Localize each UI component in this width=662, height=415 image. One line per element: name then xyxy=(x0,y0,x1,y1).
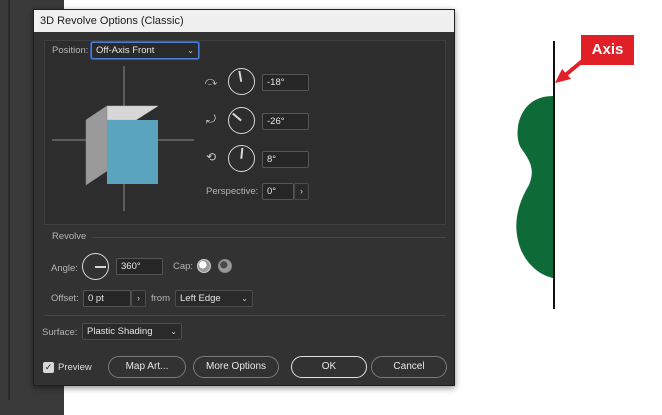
rotate-z-icon: ⟲ xyxy=(205,150,217,164)
surface-select[interactable]: Plastic Shading ⌄ xyxy=(82,323,182,340)
rotate-y-field[interactable]: -26° xyxy=(262,113,309,130)
axis-callout-label: Axis xyxy=(581,35,634,65)
cap-off-icon[interactable] xyxy=(218,259,232,273)
surface-divider xyxy=(44,315,446,316)
preview-label[interactable]: Preview xyxy=(58,362,92,373)
profile-path xyxy=(516,96,553,278)
surface-label: Surface: xyxy=(42,327,78,338)
dialog-title: 3D Revolve Options (Classic) xyxy=(34,10,454,32)
cube-front-face xyxy=(107,120,158,184)
cap-on-icon[interactable] xyxy=(197,259,211,273)
rotate-x-field[interactable]: -18° xyxy=(262,74,309,91)
position-select[interactable]: Off-Axis Front ⌄ xyxy=(91,42,199,59)
revolve-profile-shape xyxy=(516,96,553,278)
checkmark-icon: ✓ xyxy=(44,362,53,372)
chevron-down-icon: ⌄ xyxy=(187,46,194,55)
from-label: from xyxy=(151,293,170,304)
rotate-z-field[interactable]: 8° xyxy=(262,151,309,168)
chevron-right-icon: › xyxy=(300,186,303,196)
chevron-down-icon: ⌄ xyxy=(241,294,248,303)
angle-label: Angle: xyxy=(51,263,78,274)
chevron-right-icon: › xyxy=(137,293,140,303)
rotate-x-dial-needle xyxy=(238,70,242,82)
chevron-down-icon: ⌄ xyxy=(170,327,177,336)
position-label: Position: xyxy=(52,45,89,56)
revolve-options-dialog: 3D Revolve Options (Classic) Position: O… xyxy=(33,9,455,386)
rotate-y-dial-needle xyxy=(232,113,242,122)
offset-label: Offset: xyxy=(51,293,79,304)
map-art-button[interactable]: Map Art... xyxy=(108,356,186,378)
rotate-z-dial-needle xyxy=(240,147,243,159)
offset-slider-button[interactable]: › xyxy=(131,290,146,307)
revolve-angle-field[interactable]: 360° xyxy=(116,258,163,275)
ok-button[interactable]: OK xyxy=(291,356,367,378)
surface-select-value: Plastic Shading xyxy=(87,326,153,337)
perspective-slider-button[interactable]: › xyxy=(294,183,309,200)
rotate-x-dial[interactable] xyxy=(228,68,255,95)
cancel-button[interactable]: Cancel xyxy=(371,356,447,378)
cap-label: Cap: xyxy=(173,261,194,272)
cube-side-face xyxy=(85,105,108,186)
rotate-y-dial[interactable] xyxy=(228,107,255,134)
from-select[interactable]: Left Edge ⌄ xyxy=(175,290,253,307)
preview-checkbox[interactable]: ✓ xyxy=(43,362,54,373)
app-canvas-edge xyxy=(8,0,10,400)
revolve-angle-dial[interactable] xyxy=(82,253,109,280)
revolve-angle-dial-needle xyxy=(95,266,106,268)
screenshot-stage: 3D Revolve Options (Classic) Position: O… xyxy=(0,0,662,415)
perspective-label: Perspective: xyxy=(206,186,259,197)
rotate-y-icon: ⤾ xyxy=(206,112,216,126)
track-cube[interactable] xyxy=(52,66,197,214)
revolve-divider xyxy=(92,237,446,238)
position-select-value: Off-Axis Front xyxy=(96,45,155,56)
rotate-x-icon: ⤼ xyxy=(204,74,218,88)
revolve-section-label: Revolve xyxy=(52,231,87,242)
more-options-button[interactable]: More Options xyxy=(193,356,279,378)
from-select-value: Left Edge xyxy=(180,293,221,304)
offset-field[interactable]: 0 pt xyxy=(83,290,131,307)
perspective-field[interactable]: 0° xyxy=(262,183,294,200)
rotate-z-dial[interactable] xyxy=(228,145,255,172)
